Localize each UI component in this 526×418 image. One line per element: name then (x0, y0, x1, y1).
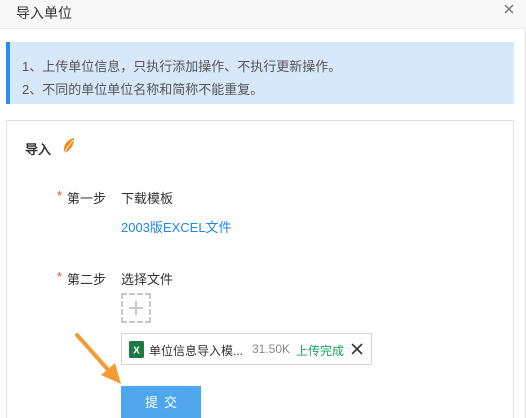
import-dialog: 导入单位 1、上传单位信息，只执行添加操作、不执行更新操作。 2、不同的单位单位… (0, 0, 526, 418)
close-icon[interactable] (349, 341, 365, 357)
panel-title: 导入 (25, 142, 52, 157)
notice-line-2: 2、不同的单位单位名称和简称不能重复。 (22, 82, 264, 97)
file-name: 单位信息导入模... (149, 344, 244, 358)
step2-label: 第二步 (67, 272, 107, 287)
leaf-icon (61, 137, 77, 155)
upload-status: 上传完成 (296, 344, 345, 358)
template-download-link[interactable]: 2003版EXCEL文件 (121, 217, 232, 236)
step1-title: 下载模板 (121, 191, 174, 206)
notice-box: 1、上传单位信息，只执行添加操作、不执行更新操作。 2、不同的单位单位名称和简称… (6, 42, 514, 104)
step2-title: 选择文件 (121, 272, 174, 287)
submit-button[interactable]: 提交 (121, 386, 201, 418)
dialog-header: 导入单位 (0, 0, 526, 29)
add-file-button[interactable] (121, 293, 151, 323)
notice-line-1: 1、上传单位信息，只执行添加操作、不执行更新操作。 (22, 59, 342, 74)
uploaded-file-item: X 单位信息导入模... 31.50K 上传完成 (121, 333, 372, 365)
dialog-title: 导入单位 (16, 5, 72, 21)
required-mark-step1: * (57, 188, 63, 203)
svg-text:X: X (133, 346, 140, 357)
file-size: 31.50K (252, 342, 291, 356)
step1-label: 第一步 (67, 191, 107, 206)
excel-icon: X (129, 341, 144, 358)
required-mark-step2: * (57, 269, 63, 284)
close-icon[interactable] (498, 0, 520, 24)
import-panel: 导入 * 第一步 下载模板 2003版EXCEL文件 * 第二步 选择文件 X (6, 120, 514, 418)
pointer-arrow-icon (71, 331, 131, 387)
